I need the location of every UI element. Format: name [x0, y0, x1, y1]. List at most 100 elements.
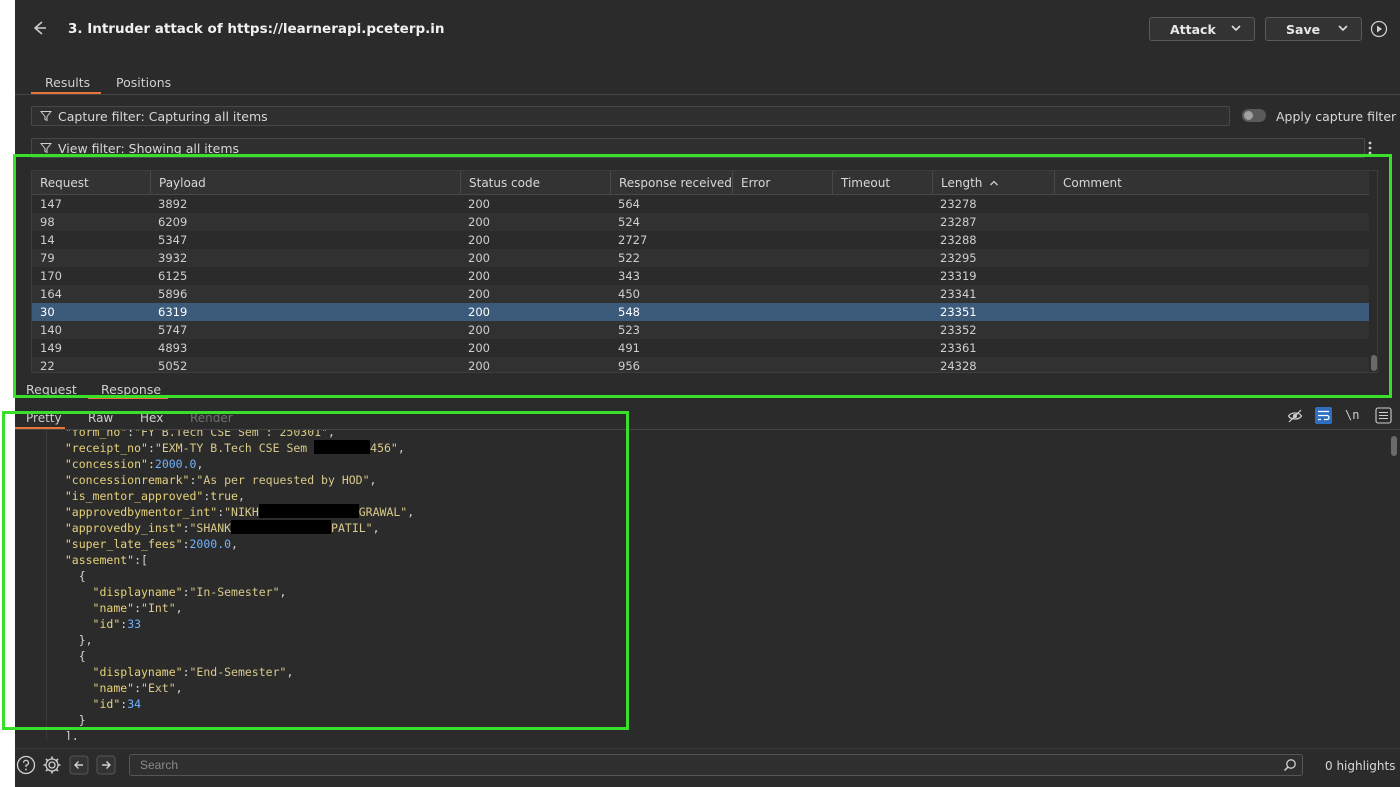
column-header-length-label: Length	[941, 176, 983, 190]
code-token: :[	[134, 553, 148, 567]
column-header-request[interactable]: Request	[32, 171, 150, 195]
apply-capture-filter-toggle[interactable]	[1242, 109, 1266, 122]
table-row[interactable]: 79 3932 200 522 23295	[32, 249, 1369, 267]
code-token: "name"	[92, 681, 135, 695]
table-row[interactable]: 147 3892 200 564 23278	[32, 195, 1369, 213]
response-scrollbar[interactable]	[1391, 436, 1397, 736]
arrow-right-icon[interactable]	[95, 754, 117, 776]
cell-request: 79	[40, 251, 55, 265]
active-tab-indicator	[15, 427, 65, 429]
code-token: ,	[231, 537, 238, 551]
column-header-timeout[interactable]: Timeout	[832, 171, 932, 195]
cell-error	[732, 357, 740, 372]
capture-filter-bar[interactable]: Capture filter: Capturing all items	[31, 106, 1230, 126]
redaction-block	[258, 504, 359, 518]
attack-button[interactable]: Attack	[1149, 17, 1255, 41]
help-icon[interactable]	[15, 754, 37, 776]
code-token: GRAWAL"	[358, 505, 408, 519]
code-line: "id":34	[51, 696, 142, 712]
redaction-block	[231, 520, 332, 534]
cell-request: 22	[40, 359, 55, 373]
table-row[interactable]: 30 6319 200 548 23351	[32, 303, 1369, 321]
code-token: PATIL"	[331, 521, 373, 535]
save-label: Save	[1286, 21, 1321, 37]
tab-hex[interactable]: Hex	[140, 411, 163, 425]
menu-lines-icon[interactable]	[1375, 407, 1392, 424]
column-header-payload[interactable]: Payload	[150, 171, 460, 195]
chevron-down-icon	[1337, 22, 1349, 37]
column-header-length[interactable]: Length	[932, 171, 1054, 195]
cell-status-code: 200	[468, 323, 490, 337]
cell-timeout	[832, 231, 840, 249]
cell-status-code: 200	[468, 287, 490, 301]
code-line: {	[51, 648, 86, 664]
cell-request: 30	[40, 305, 55, 319]
cell-length: 23288	[940, 233, 977, 247]
cell-status-code: 200	[468, 251, 490, 265]
code-line: },	[51, 632, 93, 648]
code-token: "assement"	[64, 553, 135, 567]
table-scrollbar[interactable]	[1370, 195, 1377, 372]
save-button[interactable]: Save	[1265, 17, 1362, 41]
back-arrow-icon[interactable]	[29, 17, 51, 39]
gear-icon[interactable]	[41, 754, 63, 776]
word-wrap-icon[interactable]	[1315, 407, 1332, 424]
table-row[interactable]: 22 5052 200 956 24328	[32, 357, 1369, 373]
tab-results[interactable]: Results	[45, 75, 90, 90]
cell-length: 23352	[940, 323, 977, 337]
response-scrollbar-thumb[interactable]	[1391, 436, 1397, 456]
response-body-viewer[interactable]: "form_no":"FY B.Tech CSE Sem : 250301", …	[31, 430, 1388, 740]
active-tab-indicator	[31, 92, 101, 94]
cell-request: 147	[40, 197, 62, 211]
view-filter-bar[interactable]: View filter: Showing all items	[31, 138, 1365, 158]
code-token: "End-Semester"	[189, 665, 287, 679]
hide-nonprinting-icon[interactable]	[1287, 408, 1303, 424]
column-header-status-code[interactable]: Status code	[460, 171, 610, 195]
cell-timeout	[832, 195, 840, 213]
table-scrollbar-thumb[interactable]	[1371, 355, 1377, 371]
cell-payload: 5347	[158, 233, 188, 247]
column-header-comment[interactable]: Comment	[1054, 171, 1369, 195]
table-row[interactable]: 140 5747 200 523 23352	[32, 321, 1369, 339]
code-line: "id":33	[51, 616, 142, 632]
cell-payload: 5052	[158, 359, 188, 373]
cell-length: 23287	[940, 215, 977, 229]
more-options-icon[interactable]	[1367, 140, 1373, 156]
table-row[interactable]: 98 6209 200 524 23287	[32, 213, 1369, 231]
cell-payload: 3932	[158, 251, 188, 265]
table-row[interactable]: 14 5347 200 2727 23288	[32, 231, 1369, 249]
search-input[interactable]	[129, 754, 1303, 776]
tab-positions[interactable]: Positions	[116, 75, 171, 90]
header-bar: 3. Intruder attack of https://learnerapi…	[15, 0, 1400, 60]
table-row[interactable]: 149 4893 200 491 23361	[32, 339, 1369, 357]
tab-render[interactable]: Render	[190, 411, 233, 425]
cell-comment	[1054, 267, 1062, 285]
code-token: :	[134, 681, 142, 695]
intruder-attack-window: 3. Intruder attack of https://learnerapi…	[2, 0, 1400, 787]
cell-length: 23341	[940, 287, 977, 301]
table-row[interactable]: 170 6125 200 343 23319	[32, 267, 1369, 285]
tab-request[interactable]: Request	[26, 382, 77, 397]
cell-request: 170	[40, 269, 62, 283]
tab-pretty[interactable]: Pretty	[26, 411, 62, 425]
column-header-error[interactable]: Error	[732, 171, 832, 195]
tab-response[interactable]: Response	[101, 382, 161, 397]
cell-status-code: 200	[468, 233, 490, 247]
line-gutter	[31, 430, 47, 740]
code-line: "is_mentor_approved":true,	[51, 488, 245, 504]
play-icon[interactable]	[1370, 20, 1388, 38]
cell-comment	[1054, 321, 1062, 339]
newline-icon[interactable]: \n	[1345, 408, 1359, 422]
cell-response-received: 2727	[618, 233, 648, 247]
tab-raw[interactable]: Raw	[88, 411, 113, 425]
table-row[interactable]: 164 5896 200 450 23341	[32, 285, 1369, 303]
arrow-left-icon[interactable]	[68, 754, 90, 776]
code-line: "displayname":"End-Semester",	[51, 664, 294, 680]
code-token: 34	[127, 697, 142, 711]
cell-timeout	[832, 249, 840, 267]
column-header-response-received[interactable]: Response received	[610, 171, 732, 195]
